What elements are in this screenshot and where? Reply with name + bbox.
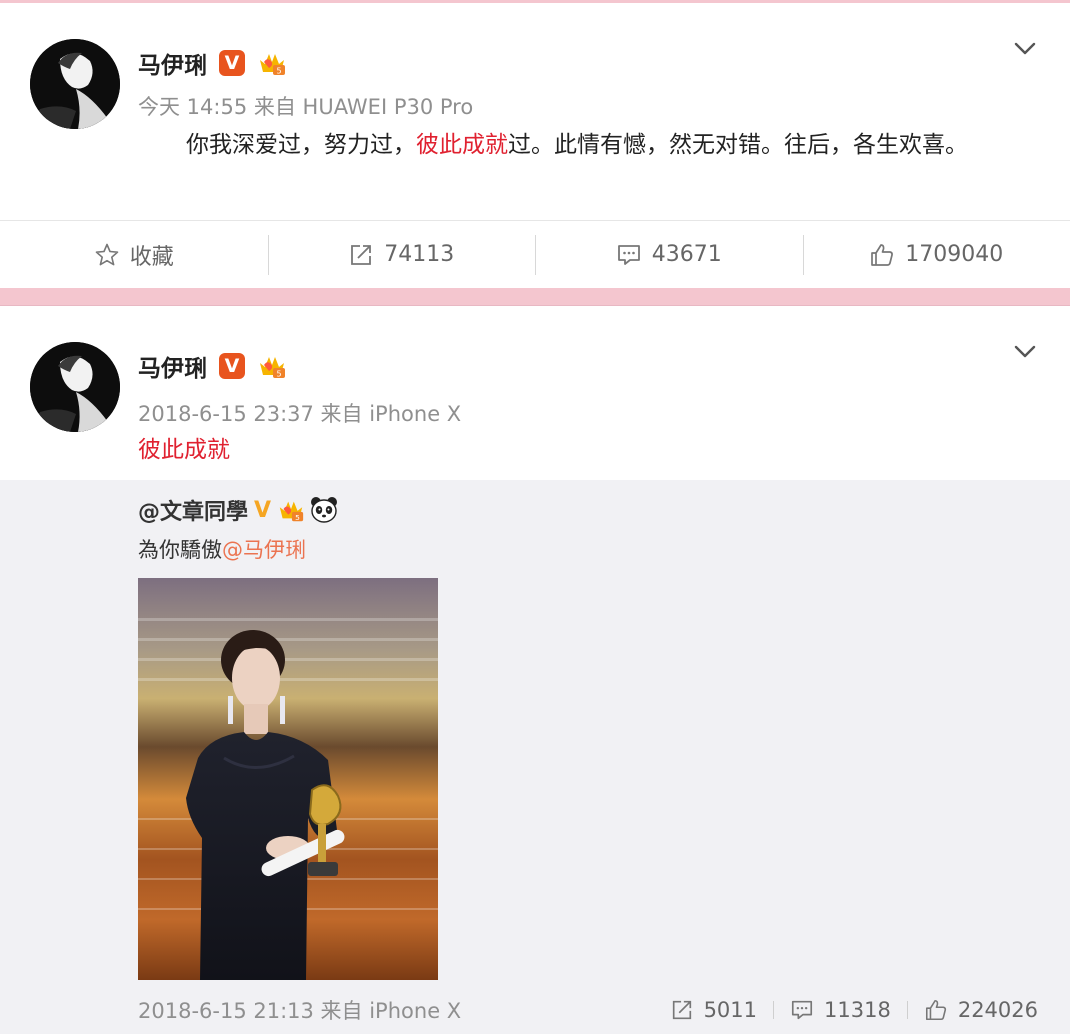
crown-icon: 5 [260, 54, 285, 76]
retweet-repost-button[interactable]: 5011 [670, 998, 757, 1022]
like-button[interactable]: 1709040 [802, 221, 1070, 288]
content-text-after: 过。此情有憾，然无对错。往后，各生欢喜。 [508, 132, 968, 158]
svg-text:5: 5 [276, 67, 281, 76]
like-icon [925, 999, 946, 1021]
comment-count: 43671 [651, 242, 722, 267]
post-meta: 今天 14:55 来自 HUAWEI P30 Pro [138, 95, 474, 119]
retweet-like-count: 224026 [957, 998, 1038, 1022]
chevron-down-icon[interactable] [1010, 336, 1040, 366]
action-bar: 收藏 74113 43671 1709040 [0, 220, 1070, 288]
avatar[interactable] [30, 342, 120, 432]
retweet-body: 為你驕傲 [138, 538, 222, 562]
retweet-author-row: @文章同學 V 5 [138, 494, 339, 526]
retweet-like-button[interactable]: 224026 [924, 998, 1038, 1022]
share-icon [672, 1000, 691, 1020]
share-icon [351, 244, 372, 265]
post-meta: 2018-6-15 23:37 来自 iPhone X [138, 402, 462, 426]
retweet-text: 為你驕傲@马伊琍 [138, 534, 306, 564]
verified-badge: V [219, 50, 245, 76]
retweet-card[interactable]: @文章同學 V 5 為你驕傲@马伊琍 2018-6-15 21:13 来自 iP… [0, 480, 1070, 1034]
post-content: 彼此成就 [138, 437, 230, 463]
divider [906, 1001, 908, 1019]
svg-text:5: 5 [276, 370, 281, 379]
post-content: 你我深爱过，努力过，彼此成就过。此情有憾，然无对错。往后，各生欢喜。 [138, 125, 1008, 165]
retweet-photo[interactable] [138, 578, 438, 980]
verified-badge: V [254, 497, 272, 523]
verified-badge: V [219, 353, 245, 379]
like-count: 1709040 [905, 242, 1004, 267]
comment-icon [791, 1000, 813, 1020]
retweet-meta: 2018-6-15 21:13 来自 iPhone X [138, 999, 462, 1023]
content-highlight: 彼此成就 [416, 132, 508, 158]
mention-link[interactable]: @马伊琍 [222, 538, 306, 562]
retweet-actions: 5011 11318 224026 [670, 998, 1038, 1022]
avatar[interactable] [30, 39, 120, 129]
username[interactable]: 马伊琍 [138, 349, 207, 383]
svg-text:5: 5 [295, 513, 300, 522]
weibo-post-1: 马伊琍 V 5 今天 14:55 来自 HUAWEI P30 Pro 你我深爱过… [0, 3, 1070, 288]
crown-icon: 5 [279, 501, 304, 522]
author-row: 马伊琍 V 5 [138, 45, 287, 81]
favorite-button[interactable]: 收藏 [0, 221, 268, 288]
username[interactable]: 马伊琍 [138, 46, 207, 80]
author-row: 马伊琍 V 5 [138, 348, 287, 384]
retweet-comment-button[interactable]: 11318 [790, 998, 891, 1022]
retweet-footer: 2018-6-15 21:13 来自 iPhone X 5011 11318 2… [138, 990, 1038, 1030]
weibo-post-2: 马伊琍 V 5 2018-6-15 23:37 来自 iPhone X 彼此成就… [0, 306, 1070, 1034]
favorite-label: 收藏 [129, 244, 174, 270]
comment-button[interactable]: 43671 [535, 221, 803, 288]
retweet-comment-count: 11318 [824, 998, 891, 1022]
retweet-author[interactable]: @文章同學 [138, 494, 248, 526]
comment-icon [617, 244, 640, 265]
retweet-repost-count: 5011 [703, 998, 758, 1022]
crown-icon: 5 [260, 357, 285, 379]
panda-icon [311, 497, 338, 523]
repost-button[interactable]: 74113 [267, 221, 536, 288]
content-text-before: 你我深爱过，努力过， [186, 132, 416, 158]
repost-count: 74113 [384, 242, 455, 267]
star-icon [95, 243, 119, 265]
post-separator [0, 288, 1070, 306]
chevron-down-icon[interactable] [1010, 33, 1040, 63]
like-icon [871, 243, 894, 266]
divider [773, 1001, 775, 1019]
